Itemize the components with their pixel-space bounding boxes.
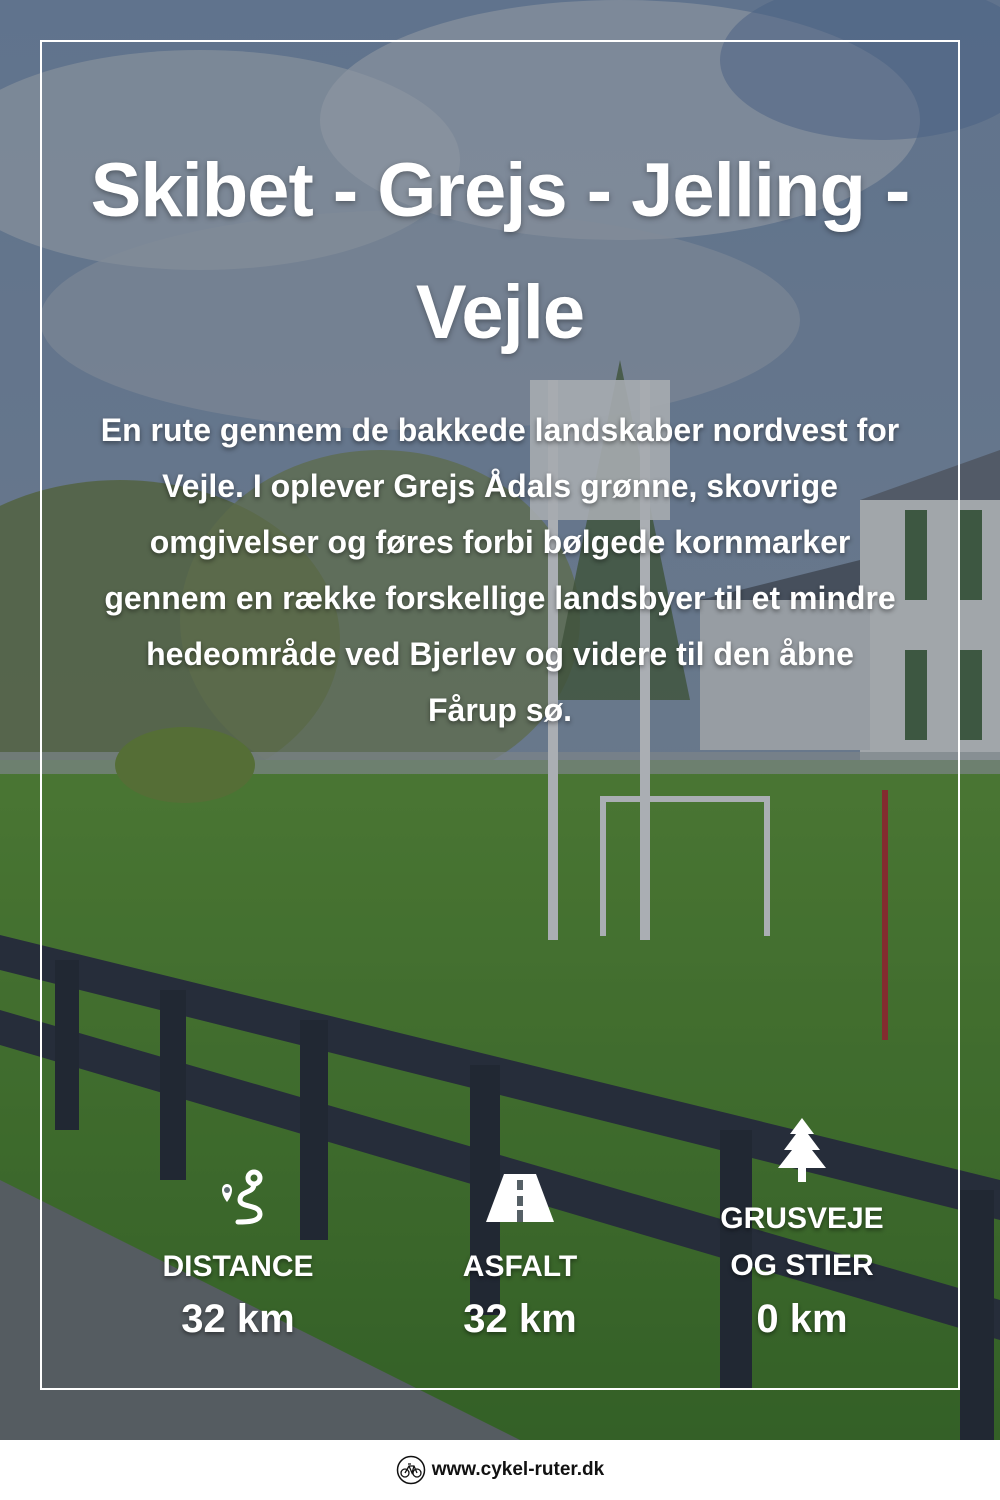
stat-gravel-label-line2: OG STIER — [730, 1249, 874, 1282]
poster: Skibet - Grejs - Jelling - Vejle En rute… — [0, 0, 1000, 1440]
stat-asphalt-value: 32 km — [463, 1297, 577, 1341]
route-description: En rute gennem de bakkede landskaber nor… — [100, 412, 900, 728]
stat-asphalt: ASFALT 32 km — [380, 1160, 660, 1350]
road-icon — [486, 1174, 554, 1222]
stat-distance-value: 32 km — [181, 1297, 295, 1341]
route-title: Skibet - Grejs - Jelling - Vejle — [90, 148, 911, 355]
stat-distance-label: DISTANCE — [162, 1250, 314, 1283]
website-link[interactable]: www.cykel-ruter.dk — [432, 1459, 604, 1481]
stat-distance: DISTANCE 32 km — [98, 1160, 378, 1350]
tree-icon — [778, 1118, 826, 1182]
stat-gravel: GRUSVEJE OG STIER 0 km — [662, 1112, 942, 1350]
stat-gravel-label-line1: GRUSVEJE — [720, 1202, 884, 1235]
stat-asphalt-label: ASFALT — [462, 1250, 578, 1283]
bicycle-logo-icon — [396, 1455, 425, 1485]
route-icon — [222, 1169, 263, 1225]
footer: www.cykel-ruter.dk — [0, 1440, 1000, 1500]
stat-gravel-value: 0 km — [756, 1297, 848, 1341]
